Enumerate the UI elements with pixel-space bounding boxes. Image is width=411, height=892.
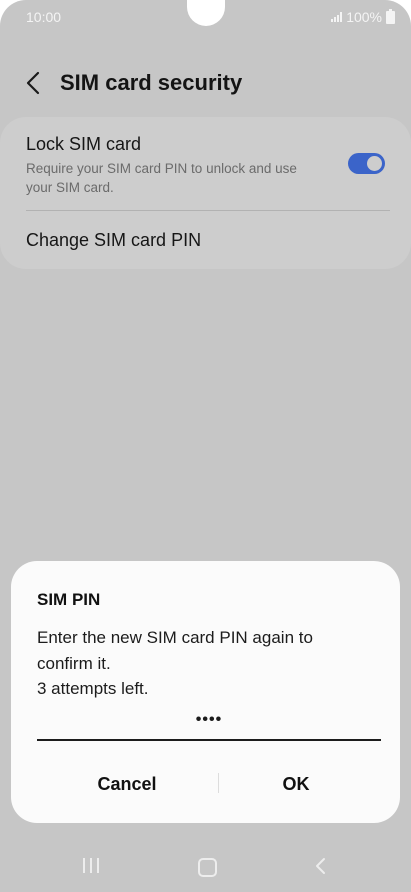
home-icon[interactable]	[198, 858, 217, 877]
app-header: SIM card security	[0, 60, 411, 106]
lock-sim-title[interactable]: Lock SIM card	[26, 134, 141, 155]
dialog-message-line: confirm it.	[37, 653, 111, 673]
signal-icon	[331, 12, 343, 22]
battery-percent: 100%	[346, 9, 382, 25]
status-bar: 10:00 100%	[0, 0, 411, 34]
divider	[26, 210, 390, 211]
lock-sim-toggle[interactable]	[348, 153, 385, 174]
screen: 10:00 100% SIM card security Lock SIM ca…	[0, 0, 411, 892]
ok-button[interactable]: OK	[206, 764, 386, 804]
toggle-knob	[367, 156, 382, 171]
chevron-left-icon[interactable]	[24, 70, 44, 96]
settings-card: Lock SIM card Require your SIM card PIN …	[0, 117, 411, 269]
cancel-button[interactable]: Cancel	[37, 764, 217, 804]
dialog-title: SIM PIN	[37, 590, 101, 609]
sim-pin-dialog: SIM PIN Enter the new SIM card PIN again…	[11, 561, 400, 823]
lock-sim-description: Require your SIM card PIN to unlock and …	[26, 161, 297, 195]
pin-masked-value: ••••	[195, 711, 223, 728]
dialog-message: Enter the new SIM card PIN again to conf…	[37, 625, 377, 702]
page-title: SIM card security	[60, 70, 243, 95]
status-indicators: 100%	[331, 8, 395, 25]
navigation-bar	[0, 846, 411, 892]
dialog-message-line: Enter the new SIM card PIN again to	[37, 628, 313, 647]
battery-icon	[386, 8, 395, 24]
dialog-message-line: 3 attempts left.	[37, 679, 149, 698]
status-time: 10:00	[26, 9, 62, 25]
back-icon[interactable]	[314, 856, 328, 876]
change-sim-pin-item[interactable]: Change SIM card PIN	[26, 230, 201, 251]
recents-icon[interactable]	[83, 858, 99, 873]
